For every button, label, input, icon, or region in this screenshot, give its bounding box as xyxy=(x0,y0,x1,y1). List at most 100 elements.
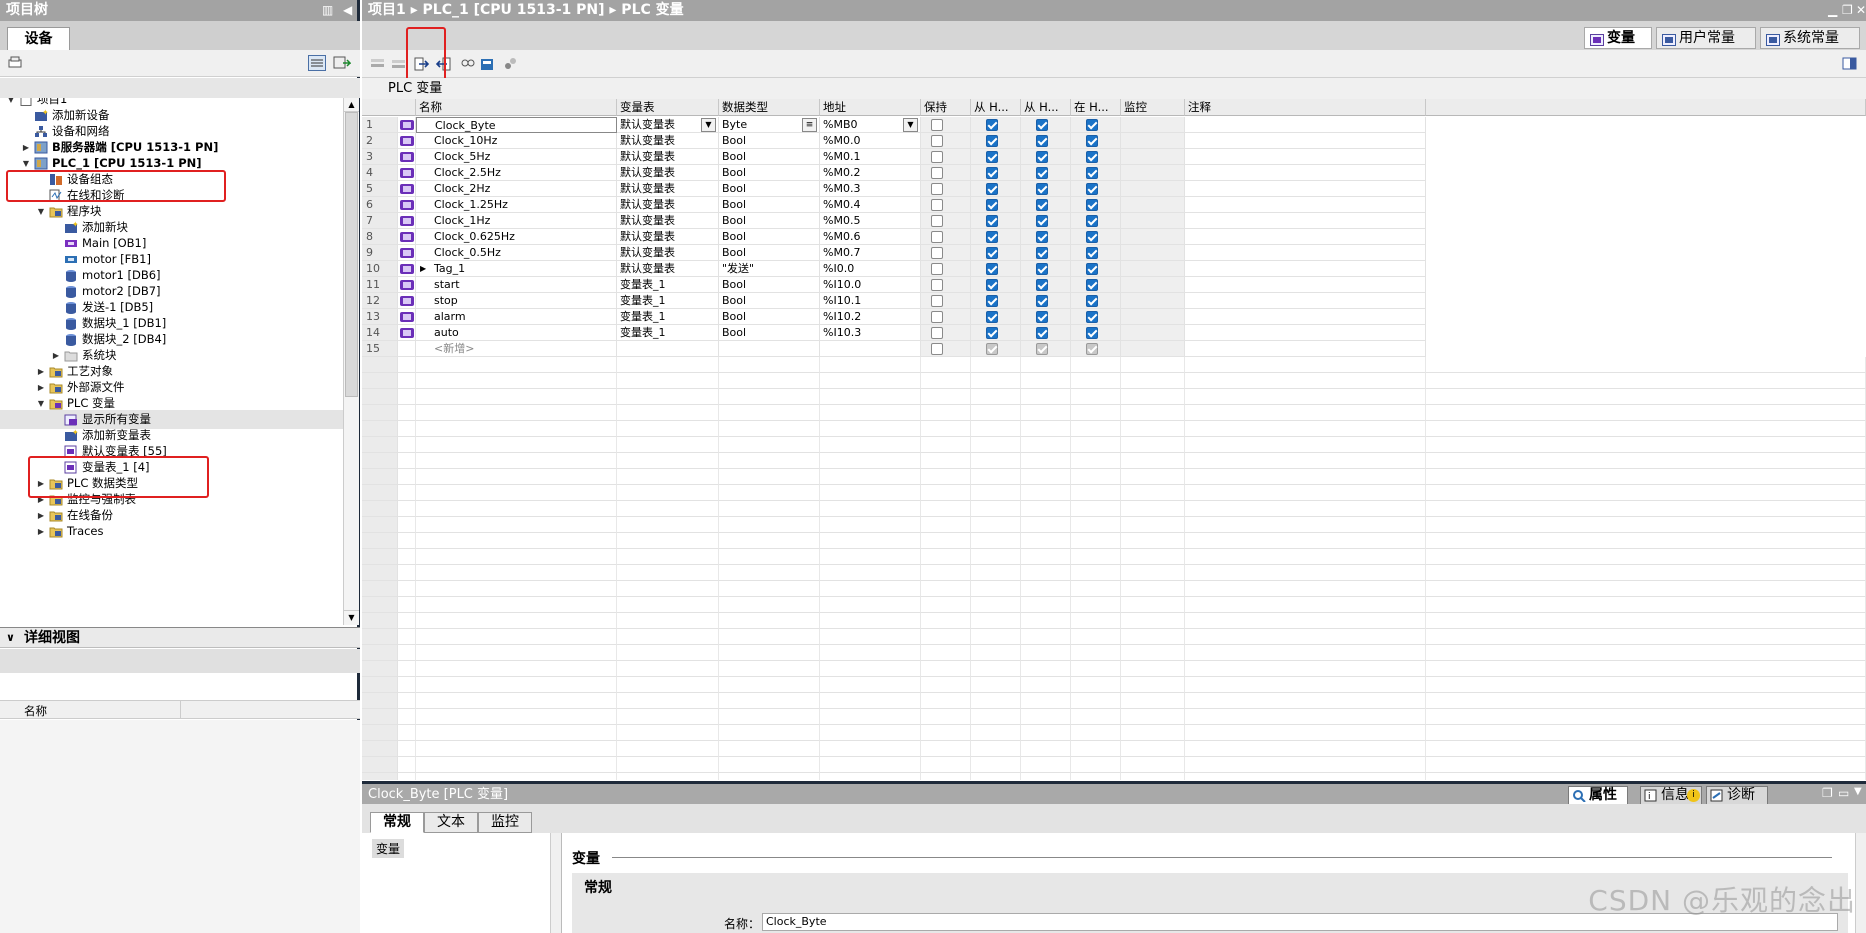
col-header-accessible-hmi[interactable]: 从 H... xyxy=(971,99,1021,116)
address-cell[interactable]: %I10.2 xyxy=(820,309,921,325)
tag-name[interactable]: Clock_2Hz xyxy=(416,181,617,197)
tab-tags[interactable]: 变量 xyxy=(1584,27,1652,49)
hmi-checkbox[interactable] xyxy=(1036,327,1048,339)
hmi-checkbox[interactable] xyxy=(986,199,998,211)
hmi-checkbox[interactable] xyxy=(1086,135,1098,147)
tag-name[interactable]: Clock_Byte xyxy=(416,117,617,133)
col-header-monitor[interactable]: 监控 xyxy=(1121,99,1185,116)
hmi-checkbox[interactable] xyxy=(1086,263,1098,275)
retain-checkbox[interactable] xyxy=(931,263,943,275)
tag-row[interactable]: 12 stop 变量表_1 Bool %I10.1 xyxy=(362,293,1866,309)
hmi-checkbox[interactable] xyxy=(1086,231,1098,243)
restore-icon[interactable]: ❐ xyxy=(1822,786,1833,800)
hmi-checkbox[interactable] xyxy=(1086,247,1098,259)
dropdown-icon[interactable]: ▼ xyxy=(903,118,918,132)
tag-row[interactable]: 6 Clock_1.25Hz 默认变量表 Bool %M0.4 xyxy=(362,197,1866,213)
hmi-checkbox[interactable] xyxy=(986,279,998,291)
tab-monitor[interactable]: 监控 xyxy=(478,812,532,833)
hmi-checkbox[interactable] xyxy=(1036,167,1048,179)
comment-cell[interactable] xyxy=(1185,181,1426,197)
tag-table-cell[interactable]: 变量表_1 xyxy=(617,277,719,293)
data-type-cell[interactable]: Bool xyxy=(719,149,820,165)
tab-user-constants[interactable]: 用户常量 xyxy=(1656,27,1756,49)
comment-cell[interactable] xyxy=(1185,277,1426,293)
tag-row[interactable]: 9 Clock_0.5Hz 默认变量表 Bool %M0.7 xyxy=(362,245,1866,261)
hmi-checkbox[interactable] xyxy=(986,327,998,339)
collapse-left-icon[interactable]: ◀ xyxy=(343,0,352,21)
address-cell[interactable]: %I0.0 xyxy=(820,261,921,277)
hmi-checkbox[interactable] xyxy=(1086,295,1098,307)
data-type-cell[interactable]: Bool xyxy=(719,213,820,229)
tag-table-cell[interactable]: 默认变量表 xyxy=(617,149,719,165)
address-cell[interactable]: %M0.2 xyxy=(820,165,921,181)
tag-row[interactable]: 5 Clock_2Hz 默认变量表 Bool %M0.3 xyxy=(362,181,1866,197)
tag-name[interactable]: ▶ Tag_1 xyxy=(416,261,617,277)
insert-row-icon[interactable] xyxy=(370,56,386,72)
add-new-tag[interactable]: <新增> xyxy=(416,341,617,357)
inspector-scrollbar[interactable] xyxy=(1855,833,1866,933)
expand-right-icon[interactable]: ▶ xyxy=(36,522,46,541)
tag-table-cell[interactable]: 默认变量表 xyxy=(617,197,719,213)
hmi-checkbox[interactable] xyxy=(1036,311,1048,323)
tab-properties[interactable]: 属性 xyxy=(1568,786,1628,805)
col-header-name[interactable]: 名称 xyxy=(416,99,617,116)
hmi-checkbox[interactable] xyxy=(1036,135,1048,147)
data-type-cell[interactable]: Bool xyxy=(719,309,820,325)
tag-row[interactable]: 8 Clock_0.625Hz 默认变量表 Bool %M0.6 xyxy=(362,229,1866,245)
hmi-checkbox[interactable] xyxy=(1036,263,1048,275)
tag-name[interactable]: auto xyxy=(416,325,617,341)
retain-checkbox[interactable] xyxy=(931,135,943,147)
tag-table-cell[interactable]: 默认变量表 ▼ xyxy=(617,117,719,133)
retain-checkbox[interactable] xyxy=(931,151,943,163)
col-header-visible-hmi[interactable]: 在 H... xyxy=(1071,99,1121,116)
minimize-icon[interactable]: ▁ xyxy=(1828,0,1837,21)
tag-row[interactable]: 4 Clock_2.5Hz 默认变量表 Bool %M0.2 xyxy=(362,165,1866,181)
tag-row[interactable]: 7 Clock_1Hz 默认变量表 Bool %M0.5 xyxy=(362,213,1866,229)
tag-name[interactable]: Clock_0.625Hz xyxy=(416,229,617,245)
tag-row[interactable]: 13 alarm 变量表_1 Bool %I10.2 xyxy=(362,309,1866,325)
hmi-checkbox[interactable] xyxy=(1086,215,1098,227)
address-cell[interactable]: %MB0 ▼ xyxy=(820,117,921,133)
tag-row[interactable]: 1 Clock_Byte 默认变量表 ▼ Byte ≡ %MB0 ▼ xyxy=(362,117,1866,133)
data-type-cell[interactable]: Bool xyxy=(719,197,820,213)
retain-checkbox[interactable] xyxy=(931,183,943,195)
chevron-down-icon[interactable]: ▼ xyxy=(1854,786,1862,797)
address-cell[interactable]: %M0.6 xyxy=(820,229,921,245)
hmi-checkbox[interactable] xyxy=(986,343,998,355)
nav-item-variable[interactable]: 变量 xyxy=(372,839,405,858)
comment-cell[interactable] xyxy=(1185,229,1426,245)
tag-table-cell[interactable]: 默认变量表 xyxy=(617,165,719,181)
retain-checkbox[interactable] xyxy=(931,119,943,131)
data-type-cell[interactable]: Bool xyxy=(719,293,820,309)
tag-table-cell[interactable]: 默认变量表 xyxy=(617,245,719,261)
address-cell[interactable]: %M0.7 xyxy=(820,245,921,261)
hmi-checkbox[interactable] xyxy=(1036,295,1048,307)
tab-system-constants[interactable]: 系统常量 xyxy=(1760,27,1860,49)
hmi-checkbox[interactable] xyxy=(1086,279,1098,291)
tab-info[interactable]: i 信息 i xyxy=(1640,786,1702,805)
data-type-cell[interactable]: Byte ≡ xyxy=(719,117,820,133)
col-header-address[interactable]: 地址 xyxy=(820,99,921,116)
data-type-cell[interactable]: Bool xyxy=(719,181,820,197)
hmi-checkbox[interactable] xyxy=(1086,167,1098,179)
hmi-checkbox[interactable] xyxy=(986,215,998,227)
retain-checkbox[interactable] xyxy=(931,311,943,323)
tag-name[interactable]: alarm xyxy=(416,309,617,325)
close-icon[interactable]: ✕ xyxy=(1856,0,1866,21)
restore-icon[interactable]: ❐ xyxy=(1842,0,1853,21)
tag-row[interactable]: 11 start 变量表_1 Bool %I10.0 xyxy=(362,277,1866,293)
tag-table-cell[interactable]: 默认变量表 xyxy=(617,213,719,229)
data-type-cell[interactable]: Bool xyxy=(719,245,820,261)
address-cell[interactable]: %I10.1 xyxy=(820,293,921,309)
snapshot-icon[interactable] xyxy=(479,56,495,72)
comment-cell[interactable] xyxy=(1185,149,1426,165)
tag-table-cell[interactable]: 默认变量表 xyxy=(617,229,719,245)
comment-cell[interactable] xyxy=(1185,133,1426,149)
hmi-checkbox[interactable] xyxy=(1086,311,1098,323)
hmi-checkbox[interactable] xyxy=(986,311,998,323)
hmi-checkbox[interactable] xyxy=(1036,199,1048,211)
retain-checkbox[interactable] xyxy=(931,247,943,259)
tab-text[interactable]: 文本 xyxy=(424,812,478,833)
hmi-checkbox[interactable] xyxy=(1036,279,1048,291)
retain-checkbox[interactable] xyxy=(931,167,943,179)
